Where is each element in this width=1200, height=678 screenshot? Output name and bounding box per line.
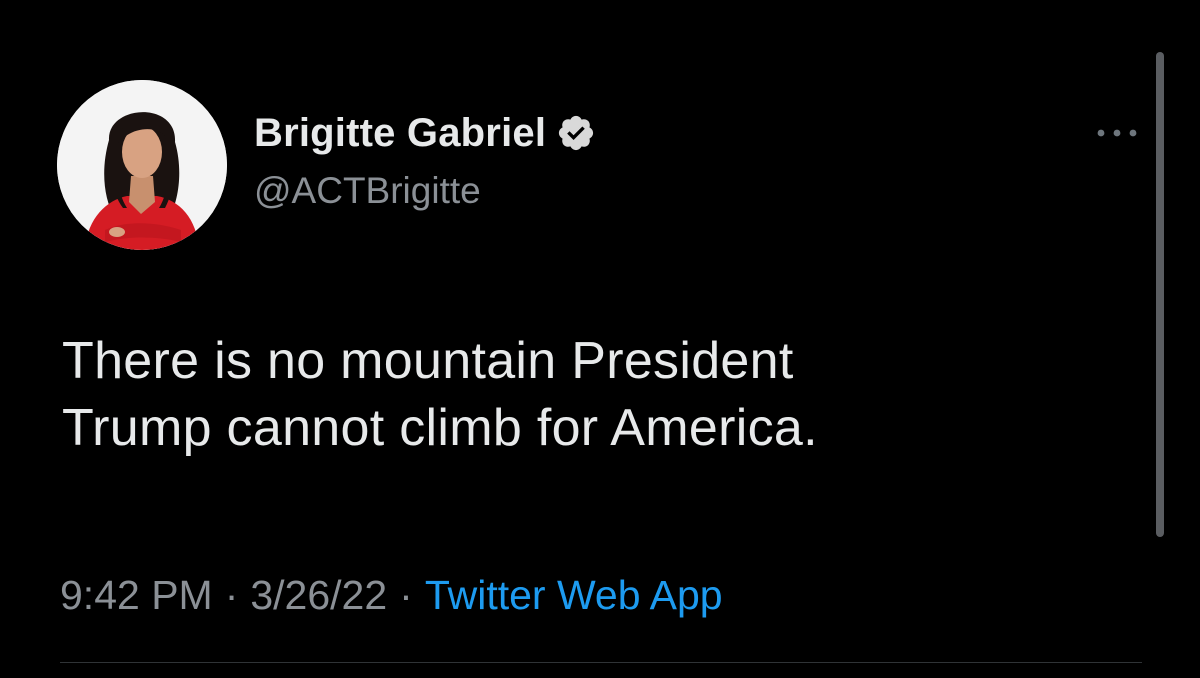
tweet-text-line: There is no mountain President <box>62 332 794 390</box>
more-horizontal-icon[interactable] <box>1094 122 1140 144</box>
tweet-source-link[interactable]: Twitter Web App <box>425 572 723 619</box>
author-avatar[interactable] <box>57 80 227 250</box>
tweet-time[interactable]: 9:42 PM <box>60 572 213 619</box>
tweet-container: Brigitte Gabriel @ACTBrigitte There is n… <box>0 0 1200 678</box>
tweet-metadata: 9:42 PM · 3/26/22 · Twitter Web App <box>60 572 723 619</box>
verified-badge-icon <box>556 113 596 153</box>
author-display-name[interactable]: Brigitte Gabriel <box>254 111 546 156</box>
author-block[interactable]: Brigitte Gabriel @ACTBrigitte <box>254 108 596 212</box>
divider <box>60 662 1142 663</box>
scrollbar-thumb[interactable] <box>1156 52 1164 537</box>
tweet-date[interactable]: 3/26/22 <box>250 572 387 619</box>
tweet-text-line: Trump cannot climb for America. <box>62 399 818 457</box>
avatar-image <box>57 80 227 250</box>
meta-separator: · <box>399 572 413 618</box>
name-row: Brigitte Gabriel <box>254 108 596 158</box>
author-handle[interactable]: @ACTBrigitte <box>254 170 596 212</box>
tweet-text: There is no mountain President Trump can… <box>62 328 1122 462</box>
meta-separator: · <box>224 572 239 618</box>
